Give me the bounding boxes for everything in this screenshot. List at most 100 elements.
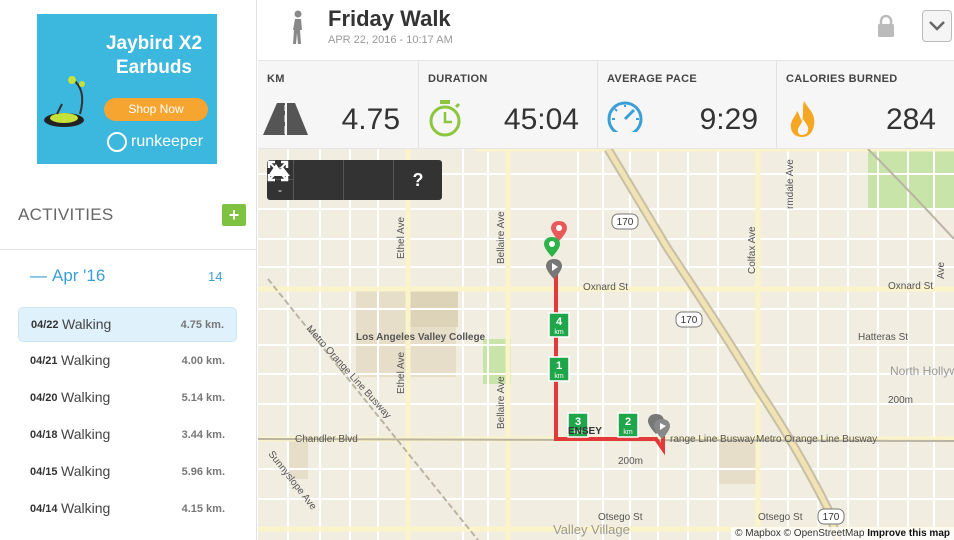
street-label: Otsego St bbox=[758, 512, 803, 523]
stat-value: 4.75 bbox=[341, 103, 400, 136]
activity-distance: 4.00 km. bbox=[181, 355, 225, 367]
activity-header: Friday Walk APR 22, 2016 - 10:17 AM bbox=[258, 0, 954, 60]
street-label: 200m bbox=[888, 395, 913, 406]
street-label: 200m bbox=[618, 456, 643, 467]
map-controls: + - ? bbox=[267, 160, 442, 200]
add-activity-button[interactable]: + bbox=[222, 204, 246, 226]
activity-item[interactable]: 04/20 Walking 5.14 km. bbox=[18, 381, 237, 416]
km-marker: 4 km bbox=[548, 312, 570, 338]
activity-item[interactable]: 04/15 Walking 5.96 km. bbox=[18, 455, 237, 490]
ad-title: Jaybird X2 Earbuds bbox=[105, 33, 203, 78]
improve-map-link[interactable]: Improve this map bbox=[867, 528, 950, 539]
street-label: Ethel Ave bbox=[396, 351, 407, 394]
ad-brand-label: runkeeper bbox=[131, 133, 204, 150]
highway-shield: 170 bbox=[817, 508, 845, 525]
zoom-out-button[interactable]: - bbox=[267, 180, 293, 200]
college-label: Los Angeles Valley College bbox=[356, 332, 486, 343]
highway-label: 170 bbox=[823, 512, 840, 523]
km-marker-unit: km bbox=[554, 329, 564, 336]
route-map[interactable]: 4 km 1 km 3 km 2 km 170 170 170 Ethel Av… bbox=[258, 149, 954, 540]
street-label: Colfax Ave bbox=[747, 226, 758, 274]
stat-value: 9:29 bbox=[699, 103, 758, 136]
osm-attribution-link[interactable]: © OpenStreetMap bbox=[784, 528, 865, 539]
mapbox-attribution-link[interactable]: © Mapbox bbox=[735, 528, 781, 539]
km-marker-number: 2 bbox=[625, 416, 631, 428]
ad-banner[interactable]: Jaybird X2 Earbuds Shop Now runkeeper bbox=[37, 14, 217, 164]
fullscreen-button[interactable] bbox=[267, 160, 344, 200]
street-label: Ave bbox=[936, 262, 947, 279]
highway-label: 170 bbox=[681, 315, 698, 326]
neighborhood-label: North Hollywood bbox=[890, 364, 954, 378]
km-marker-number: 4 bbox=[556, 316, 563, 328]
chevron-down-icon bbox=[929, 21, 945, 31]
month-activity-count: 14 bbox=[208, 269, 223, 284]
month-group-toggle[interactable]: — Apr '16 14 bbox=[30, 266, 230, 288]
activity-item[interactable]: 04/18 Walking 3.44 km. bbox=[18, 418, 237, 453]
highway-shield: 170 bbox=[611, 213, 639, 230]
stat-label: KM bbox=[267, 73, 285, 85]
street-label: range Line Busway bbox=[670, 434, 755, 445]
highway-shield: 170 bbox=[675, 311, 703, 328]
street-label: rmdale Ave bbox=[785, 159, 796, 209]
mountain-icon bbox=[268, 164, 290, 176]
stat-value: 284 bbox=[885, 103, 936, 136]
activity-date: 04/21 bbox=[30, 355, 58, 367]
lock-icon[interactable] bbox=[876, 14, 896, 38]
stat-distance: KM 4.75 bbox=[258, 61, 419, 148]
activities-heading: ACTIVITIES bbox=[18, 205, 114, 224]
sidebar: Jaybird X2 Earbuds Shop Now runkeeper AC… bbox=[0, 0, 257, 540]
activity-date: 04/18 bbox=[30, 429, 58, 441]
km-marker-unit: km bbox=[623, 429, 633, 436]
street-label: Chandler Blvd bbox=[295, 434, 358, 445]
stat-duration: DURATION 45:04 bbox=[419, 61, 598, 148]
activity-distance: 5.14 km. bbox=[181, 392, 225, 404]
month-label: Apr '16 bbox=[52, 266, 106, 285]
neighborhood-label: Valley Village bbox=[553, 522, 630, 537]
street-label: Oxnard St bbox=[583, 282, 628, 293]
stat-calories: CALORIES BURNED 284 bbox=[777, 61, 954, 148]
stat-label: CALORIES BURNED bbox=[786, 73, 898, 85]
activity-type: Walking bbox=[61, 500, 111, 516]
stat-value: 45:04 bbox=[503, 103, 579, 136]
km-marker-number: 1 bbox=[556, 360, 562, 372]
activity-type: Walking bbox=[61, 426, 111, 442]
activity-list: 04/22 Walking 4.75 km. 04/21 Walking 4.0… bbox=[18, 307, 237, 529]
stat-label: DURATION bbox=[428, 73, 488, 85]
activity-distance: 4.75 km. bbox=[180, 319, 224, 331]
activity-type: Walking bbox=[62, 316, 112, 332]
stopwatch-icon bbox=[429, 100, 461, 137]
street-label: Oxnard St bbox=[888, 281, 933, 292]
activity-date: 04/14 bbox=[30, 503, 58, 515]
app-root: Jaybird X2 Earbuds Shop Now runkeeper AC… bbox=[0, 0, 954, 540]
stats-bar: KM 4.75 DURATION 45:04 AVERAGE PACE 9:29… bbox=[258, 60, 954, 149]
street-label: ENSEY bbox=[568, 426, 602, 437]
resume-pin-icon[interactable] bbox=[654, 419, 670, 439]
activity-type: Walking bbox=[61, 352, 111, 368]
ad-brand: runkeeper bbox=[107, 132, 203, 152]
ad-shop-now-button[interactable]: Shop Now bbox=[104, 98, 208, 121]
activity-datetime: APR 22, 2016 - 10:17 AM bbox=[328, 34, 453, 46]
road-icon bbox=[263, 103, 308, 135]
sidebar-divider bbox=[0, 249, 257, 250]
activity-date: 04/15 bbox=[30, 466, 58, 478]
map-help-button[interactable]: ? bbox=[394, 160, 442, 200]
activity-date: 04/22 bbox=[31, 319, 59, 331]
activity-item[interactable]: 04/14 Walking 4.15 km. bbox=[18, 492, 237, 527]
activity-distance: 4.15 km. bbox=[181, 503, 225, 515]
highway-label: 170 bbox=[617, 217, 634, 228]
activity-date: 04/20 bbox=[30, 392, 58, 404]
activity-type: Walking bbox=[61, 463, 111, 479]
collapse-icon: — bbox=[30, 266, 47, 285]
street-label: Metro Orange Line Busway bbox=[756, 434, 877, 445]
elevation-button[interactable] bbox=[268, 160, 394, 200]
runkeeper-logo-icon bbox=[107, 132, 127, 152]
flame-icon bbox=[790, 101, 815, 137]
activity-distance: 3.44 km. bbox=[181, 429, 225, 441]
speedometer-icon bbox=[607, 101, 643, 137]
activity-item[interactable]: 04/21 Walking 4.00 km. bbox=[18, 344, 237, 379]
activity-item[interactable]: 04/22 Walking 4.75 km. bbox=[18, 307, 237, 342]
options-dropdown-button[interactable] bbox=[922, 10, 952, 42]
km-marker: 2 km bbox=[617, 412, 639, 438]
map-attribution: © Mapbox © OpenStreetMap Improve this ma… bbox=[731, 527, 954, 540]
earbuds-image bbox=[44, 76, 85, 127]
